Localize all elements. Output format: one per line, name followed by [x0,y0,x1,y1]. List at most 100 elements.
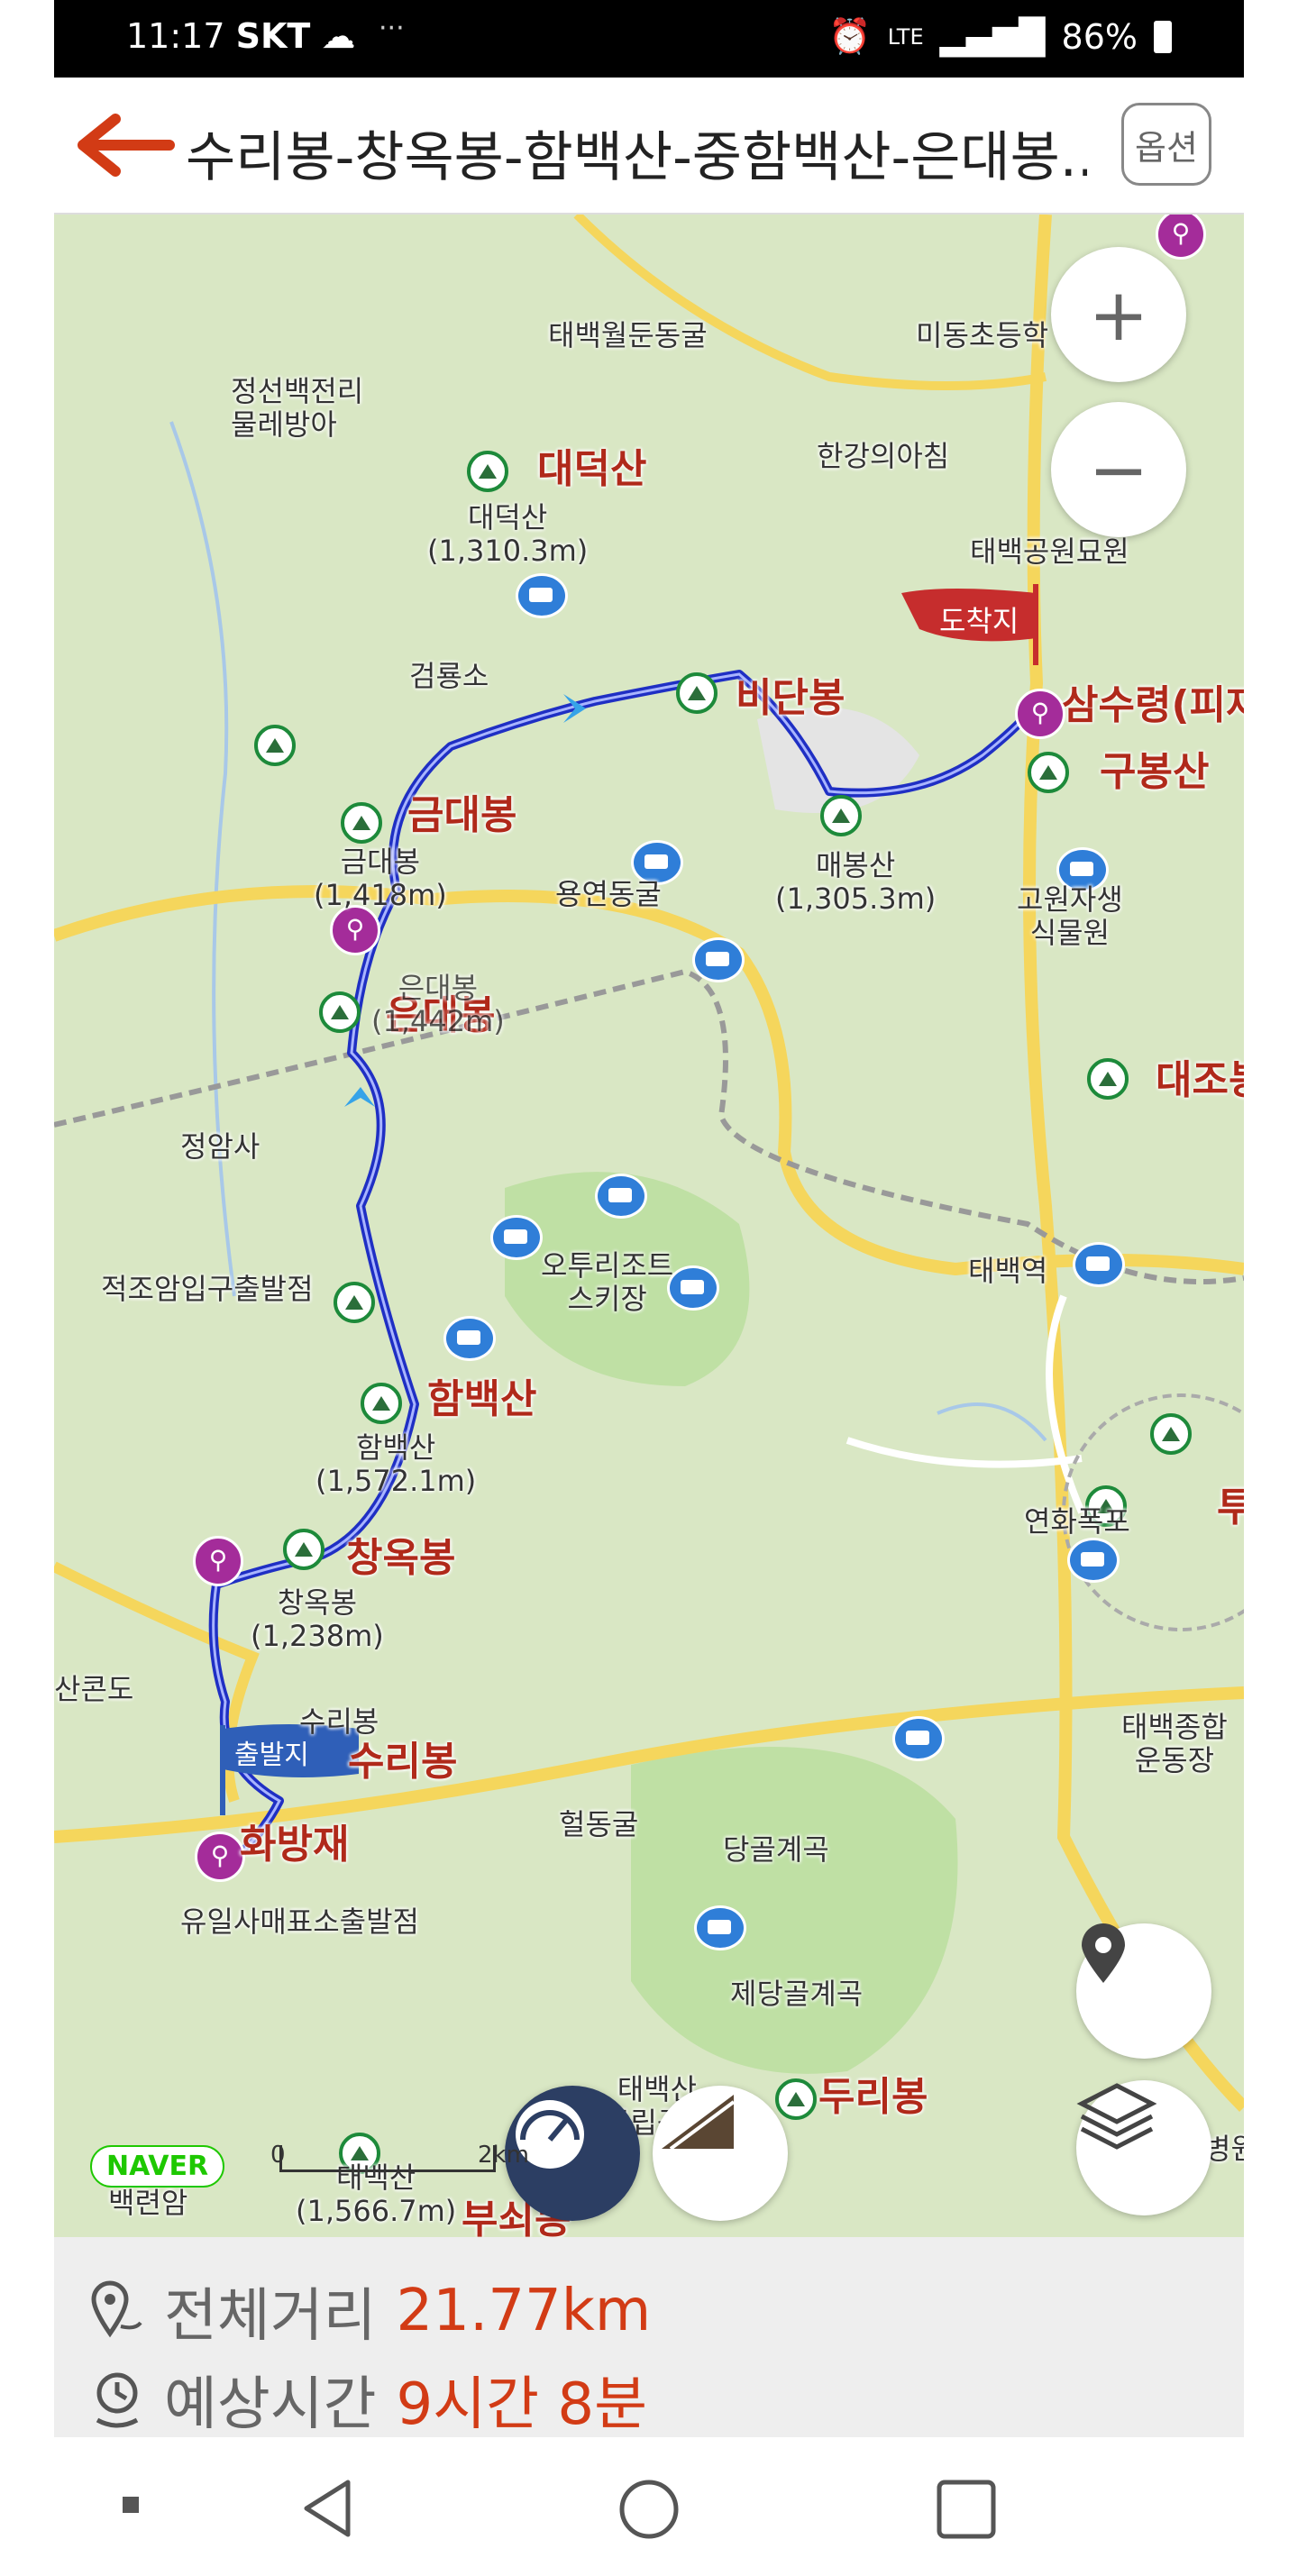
bike-marker-icon[interactable]: ⚲ [330,905,380,955]
map-label: 함백산 (1,572.1m) [315,1430,477,1498]
map-label-peak: 구봉산 [1100,749,1210,795]
peak-pin-icon[interactable] [1028,752,1069,793]
map-layers-button[interactable] [1076,2080,1211,2215]
map-scale-bar [279,2145,496,2172]
map-label: 제당골계곡 [730,1977,864,2011]
map-label-peak: 삼수령(피재 [1062,682,1244,728]
time-value: 9시간 8분 [396,2371,647,2438]
map-label: 연화폭포 [1024,1504,1130,1539]
battery-percent: 86% [1061,16,1138,57]
menu-dot-icon[interactable] [119,2477,146,2531]
bus-stop-icon[interactable] [892,1716,945,1761]
route-summary-panel: 전체거리 21.77km 예상시간 9시간 8분 [54,2237,1244,2438]
estimated-time-icon [96,2372,139,2428]
bus-stop-icon[interactable] [516,573,568,618]
bike-marker-icon[interactable]: ⚲ [193,1536,243,1586]
lte-icon: LTE [887,23,924,50]
map-label: 수리봉 [299,1704,379,1739]
distance-value: 21.77km [396,2278,652,2344]
peak-pin-icon[interactable] [1150,1413,1192,1455]
bus-stop-icon[interactable] [692,937,745,982]
top-app-bar: 수리봉-창옥봉-함백산-중함백산-은대봉.. 옵션 [54,78,1244,215]
map-label: 매봉산 (1,305.3m) [775,848,937,916]
layers-icon [1076,2083,1157,2150]
status-time: 11:17 SKT ☁ [126,16,355,56]
map-label: 적조암입구출발점 [101,1272,314,1306]
scale-start-label: 0 [270,2142,286,2169]
map-label-peak: 대덕산 [537,446,647,492]
map-label: 산콘도 [54,1672,134,1706]
home-nav-icon[interactable] [617,2477,681,2542]
map-label: 은대봉 (1,442m) [371,971,505,1038]
map-label: 대덕산 (1,310.3m) [427,500,589,568]
map-label-peak: 함백산 [427,1376,537,1422]
time-label: 예상시간 [164,2371,377,2438]
elevation-profile-button[interactable] [653,2086,788,2221]
peak-pin-icon[interactable] [1087,1058,1129,1100]
notification-dots: ··· [379,13,405,44]
map-label: 유일사매표소출발점 [180,1905,419,1939]
options-button[interactable]: 옵션 [1121,103,1211,186]
map-label: 태백역 [968,1254,1048,1288]
peak-pin-icon[interactable] [283,1529,324,1570]
recents-nav-icon[interactable] [934,2477,999,2542]
start-flag-label: 출발지 [234,1740,309,1771]
zoom-in-button[interactable]: + [1051,247,1186,382]
map-label-peak: 창옥봉 [346,1535,456,1581]
map-label: 금대봉 (1,418m) [314,845,447,912]
peak-pin-icon[interactable] [334,1282,375,1323]
back-arrow-icon[interactable] [76,114,175,177]
map-view[interactable]: 도착지 출발지 ⚲ ⚲ ⚲ ⚲ ⚲ 태백월둔동굴 미동초등학 정선백전리 물레방… [54,215,1244,2237]
bus-stop-icon[interactable] [667,1265,719,1311]
peak-pin-icon[interactable] [820,795,862,836]
zoom-out-button[interactable]: − [1051,402,1186,537]
map-label-peak: 비단봉 [736,675,846,721]
peak-pin-icon[interactable] [676,672,718,714]
peak-pin-icon[interactable] [775,2078,817,2120]
battery-icon [1154,20,1172,53]
my-location-button[interactable] [1076,1923,1211,2059]
peak-pin-icon[interactable] [361,1383,402,1424]
bus-stop-icon[interactable] [694,1905,746,1950]
bus-stop-icon[interactable] [490,1215,543,1260]
bus-stop-icon[interactable] [1073,1242,1125,1287]
route-distance-icon [91,2280,142,2338]
map-label: 태백월둔동굴 [548,318,708,352]
distance-label: 전체거리 [164,2283,377,2350]
map-label: 한강의아침 [817,439,950,473]
map-label: 정선백전리 물레방아 [231,374,364,442]
back-nav-icon[interactable] [297,2477,361,2540]
clock-time: 11:17 [126,16,225,56]
location-pin-icon [1082,1923,1125,1983]
map-label: 창옥봉 (1,238m) [251,1585,384,1653]
bus-stop-icon[interactable] [595,1174,647,1219]
map-label: 오투리조트 스키장 [541,1248,674,1316]
map-label-peak: 화방재 [240,1822,350,1868]
alarm-icon: ⏰ [828,16,872,56]
scale-end-label: 2km [478,2142,529,2169]
peak-pin-icon[interactable] [254,725,296,766]
system-navigation-bar [54,2437,1244,2576]
peak-pin-icon[interactable] [341,802,382,844]
destination-flag: 도착지 [892,575,1046,665]
distance-row: 전체거리 21.77km [90,2270,651,2352]
bus-stop-icon[interactable] [1067,1538,1120,1583]
map-label: 정암사 [180,1129,261,1164]
status-bar: 11:17 SKT ☁ ··· ⏰ LTE ▂▄▆█ 86% [54,0,1244,78]
map-label-peak: 대조봉 [1156,1057,1244,1103]
map-label: 헐동굴 [559,1807,639,1841]
bus-stop-icon[interactable] [443,1316,496,1361]
map-label: 미동초등학 [916,318,1049,352]
peak-pin-icon[interactable] [319,991,361,1033]
map-label-peak: 두리봉 [818,2074,928,2120]
naver-logo: NAVER [90,2145,225,2188]
phone-screen: 11:17 SKT ☁ ··· ⏰ LTE ▂▄▆█ 86% 수리봉-창옥봉-함… [54,0,1244,2576]
map-label: 태백공원묘원 [970,534,1129,569]
map-label: 용연동굴 [555,877,662,911]
map-label-peak: 금대봉 [407,792,517,838]
destination-flag-label: 도착지 [939,604,1019,638]
cloud-icon: ☁ [321,16,356,56]
bike-marker-icon[interactable]: ⚲ [195,1832,245,1882]
bike-marker-icon[interactable]: ⚲ [1015,689,1065,739]
peak-pin-icon[interactable] [467,451,508,492]
